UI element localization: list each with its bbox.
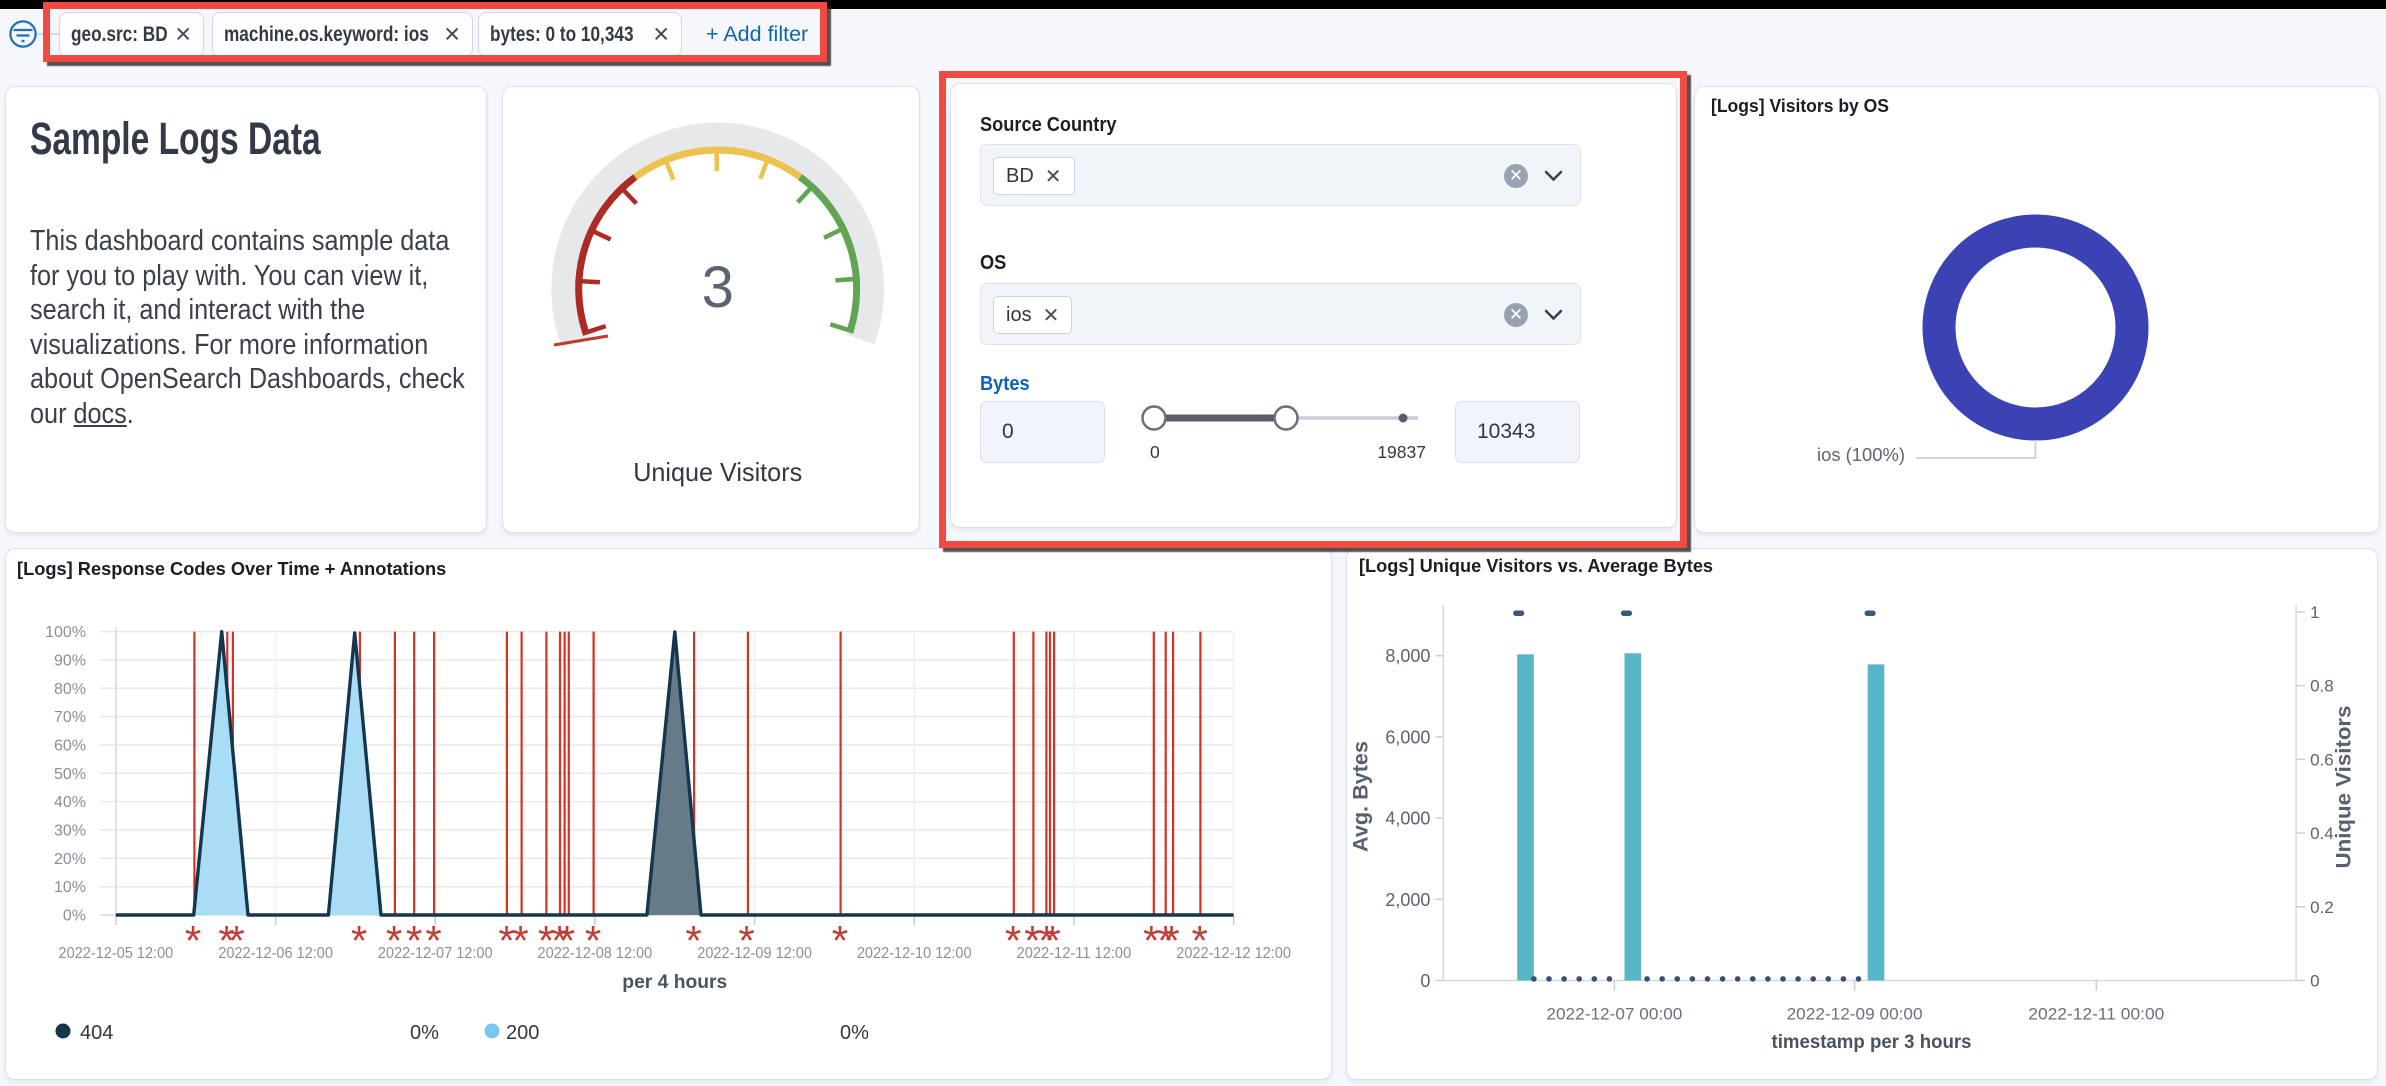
svg-text:100%: 100% <box>45 624 86 641</box>
svg-text:0.8: 0.8 <box>2310 677 2334 696</box>
svg-text:90%: 90% <box>54 652 86 669</box>
svg-text:80%: 80% <box>54 681 86 698</box>
svg-text:2022-12-11 00:00: 2022-12-11 00:00 <box>2028 1006 2164 1024</box>
svg-text:*: * <box>1163 917 1179 964</box>
svg-text:*: * <box>406 917 422 964</box>
svg-text:40%: 40% <box>54 794 86 811</box>
svg-text:70%: 70% <box>54 709 86 726</box>
svg-text:4,000: 4,000 <box>1385 809 1430 829</box>
svg-text:0.4: 0.4 <box>2310 824 2334 843</box>
svg-text:404: 404 <box>80 1022 113 1044</box>
svg-text:2022-12-10 12:00: 2022-12-10 12:00 <box>857 945 972 962</box>
svg-text:ios (100%): ios (100%) <box>1817 445 1905 465</box>
svg-text:8,000: 8,000 <box>1385 646 1430 666</box>
svg-text:*: * <box>386 917 402 964</box>
svg-text:*: * <box>1044 917 1060 964</box>
svg-text:1: 1 <box>2310 603 2319 622</box>
svg-text:*: * <box>351 917 367 964</box>
svg-text:3: 3 <box>702 255 734 320</box>
svg-text:Unique Visitors: Unique Visitors <box>2333 706 2356 869</box>
svg-text:*: * <box>425 917 441 964</box>
svg-text:0%: 0% <box>410 1022 439 1044</box>
svg-text:0.2: 0.2 <box>2310 898 2334 917</box>
svg-text:60%: 60% <box>54 738 86 755</box>
svg-text:200: 200 <box>506 1022 539 1044</box>
svg-text:20%: 20% <box>54 851 86 868</box>
svg-text:0: 0 <box>2310 972 2319 991</box>
svg-text:0%: 0% <box>63 908 86 925</box>
svg-text:*: * <box>1005 917 1021 964</box>
svg-text:2,000: 2,000 <box>1385 890 1430 910</box>
svg-text:*: * <box>585 917 601 964</box>
svg-text:timestamp per 3 hours: timestamp per 3 hours <box>1772 1032 1972 1053</box>
svg-text:6,000: 6,000 <box>1385 727 1430 747</box>
svg-text:per 4 hours: per 4 hours <box>622 972 727 993</box>
svg-text:*: * <box>228 917 244 964</box>
svg-text:30%: 30% <box>54 823 86 840</box>
svg-text:2022-12-07 00:00: 2022-12-07 00:00 <box>1546 1006 1682 1024</box>
svg-text:*: * <box>832 917 848 964</box>
svg-text:0: 0 <box>1420 971 1430 991</box>
svg-text:*: * <box>512 917 528 964</box>
svg-text:*: * <box>1192 917 1208 964</box>
svg-text:0%: 0% <box>840 1022 869 1044</box>
svg-text:*: * <box>685 917 701 964</box>
svg-text:*: * <box>738 917 754 964</box>
svg-text:2022-12-09 00:00: 2022-12-09 00:00 <box>1787 1006 1923 1024</box>
svg-text:*: * <box>185 917 201 964</box>
svg-text:Unique Visitors: Unique Visitors <box>633 457 802 487</box>
svg-text:Avg. Bytes: Avg. Bytes <box>1350 741 1373 852</box>
svg-text:*: * <box>559 917 575 964</box>
svg-text:50%: 50% <box>54 766 86 783</box>
svg-text:2022-12-05 12:00: 2022-12-05 12:00 <box>59 945 174 962</box>
svg-text:0.6: 0.6 <box>2310 750 2334 769</box>
svg-text:10%: 10% <box>54 879 86 896</box>
